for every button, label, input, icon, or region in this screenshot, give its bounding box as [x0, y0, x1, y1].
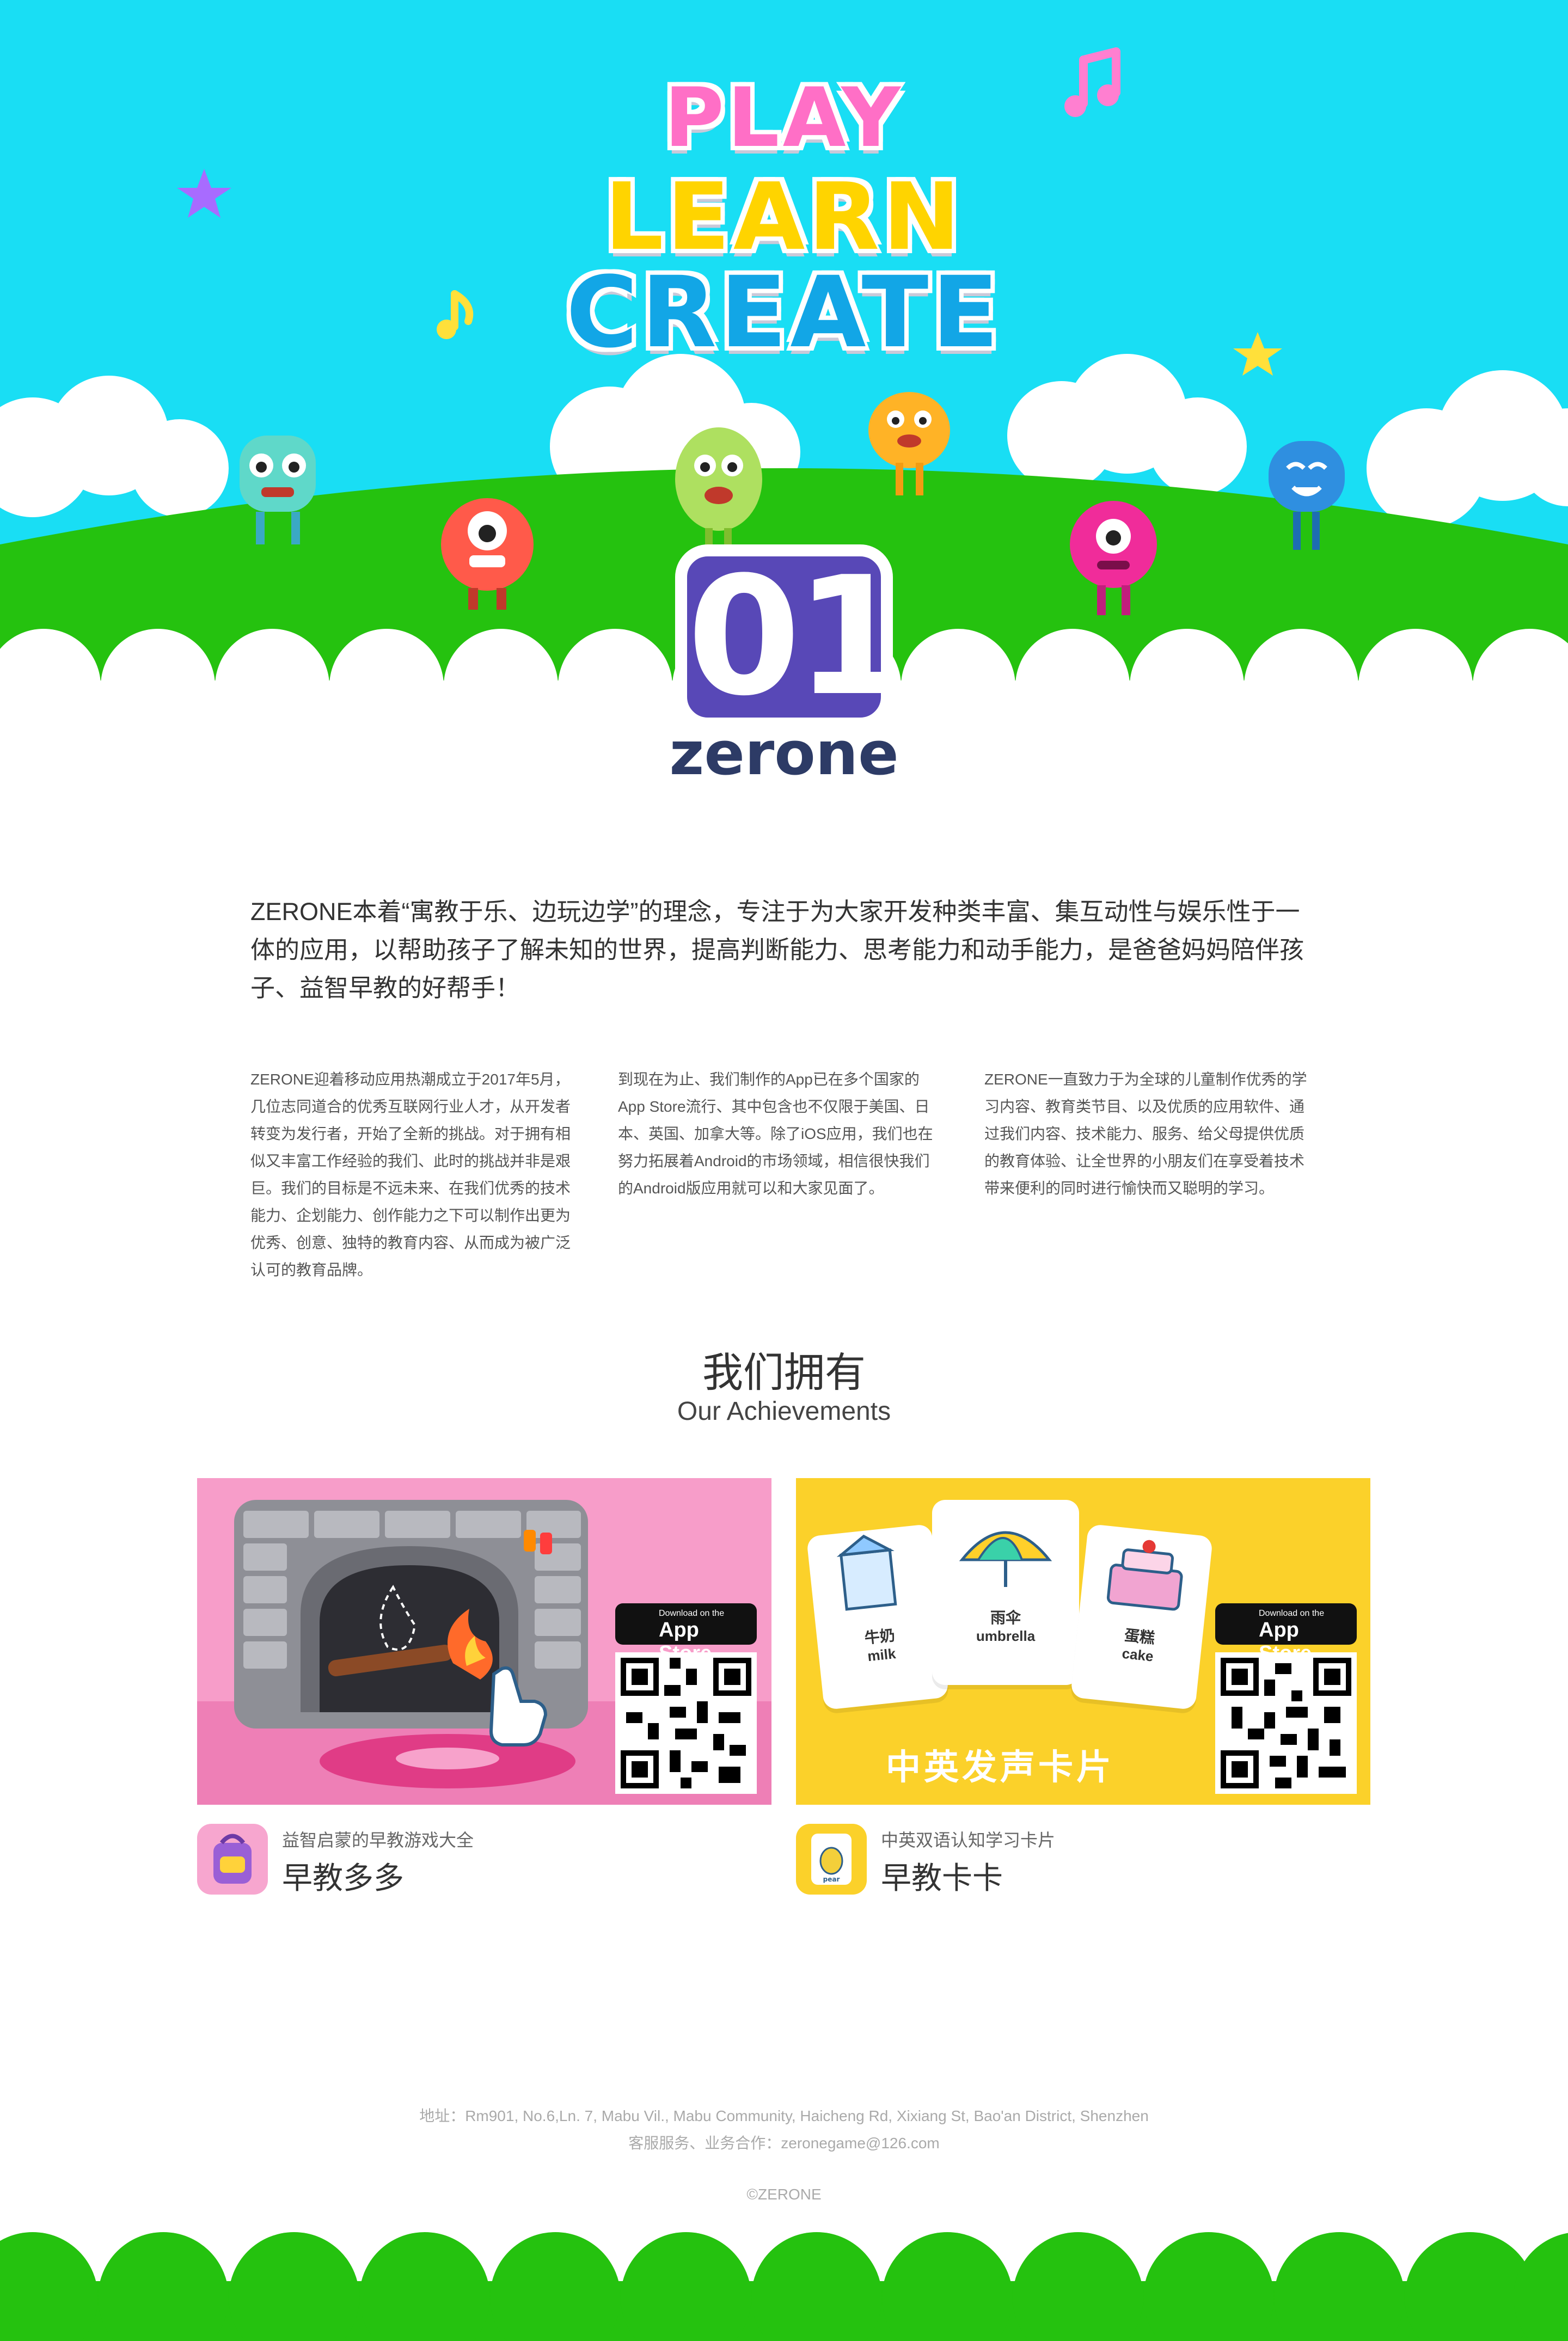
backpack-icon[interactable] [197, 1824, 268, 1895]
achievements-title: 我们拥有 [702, 1350, 866, 1395]
footer-copyright: ©ZERONE [746, 2186, 822, 2203]
footer-contact[interactable]: 客服服务、业务合作：zeronegame@126.com [0, 2131, 1568, 2153]
app-store-badge[interactable]: Download on the App Store [1215, 1603, 1357, 1665]
flashcard-cake: 蛋糕 cake [1070, 1523, 1214, 1711]
logo-play-text: PLAY [664, 71, 904, 166]
about-column-market: 到现在为止、我们制作的App已在多个国家的App Store流行、其中包含也不仅… [618, 1071, 933, 1197]
logo-create-text: CREATE [566, 256, 1002, 370]
about-column-history: ZERONE迎着移动应用热潮成立于2017年5月，几位志同道合的优秀互联网行业人… [250, 1071, 571, 1278]
app-subtitle: 中英双语认知学习卡片 [881, 1830, 1056, 1850]
qr-code[interactable] [1215, 1652, 1357, 1794]
cake-icon [1106, 1540, 1183, 1611]
qr-code[interactable] [615, 1652, 757, 1794]
logo-learn-text: LEARN [604, 163, 964, 271]
footer-address: 地址：Rm901, No.6,Ln. 7, Mabu Vil., Mabu Co… [419, 2107, 1149, 2124]
intro-paragraph: ZERONE本着“寓教于乐、边玩边学”的理念，专注于为大家开发种类丰富、集互动性… [250, 898, 1304, 1002]
svg-text:pear: pear [823, 1876, 840, 1883]
pear-card-icon[interactable]: pear [796, 1824, 867, 1895]
qr-code-pattern [615, 1652, 757, 1794]
app-banner-zaojiao-kaka[interactable]: 牛奶 milk 雨伞 umbrella 蛋糕 cake 中英发声卡片 Downl… [796, 1478, 1370, 1805]
qr-code-pattern [1215, 1652, 1357, 1794]
milk-icon [836, 1534, 897, 1611]
app-title[interactable]: 早教多多 [282, 1854, 404, 1898]
flashcard-milk: 牛奶 milk [806, 1523, 950, 1711]
app-store-badge[interactable]: Download on the App Store [615, 1603, 757, 1665]
flashcard-umbrella: 雨伞 umbrella [932, 1500, 1079, 1685]
achievements-subtitle: Our Achievements [677, 1397, 891, 1426]
app-banner-zaojiao-duoduo[interactable]: Download on the App Store [197, 1478, 771, 1805]
umbrella-icon [959, 1531, 1052, 1587]
app-subtitle: 益智启蒙的早教游戏大全 [282, 1830, 474, 1850]
about-column-mission: ZERONE一直致力于为全球的儿童制作优秀的学习内容、教育类节目、以及优质的应用… [984, 1071, 1307, 1197]
banner-caption: 中英发声卡片 [886, 1748, 1114, 1787]
app-title[interactable]: 早教卡卡 [881, 1854, 1003, 1898]
brand-logo-name: zerone [669, 719, 899, 788]
brand-logo-number: 01 [675, 544, 909, 730]
footer-hills-decoration [0, 2232, 1568, 2341]
